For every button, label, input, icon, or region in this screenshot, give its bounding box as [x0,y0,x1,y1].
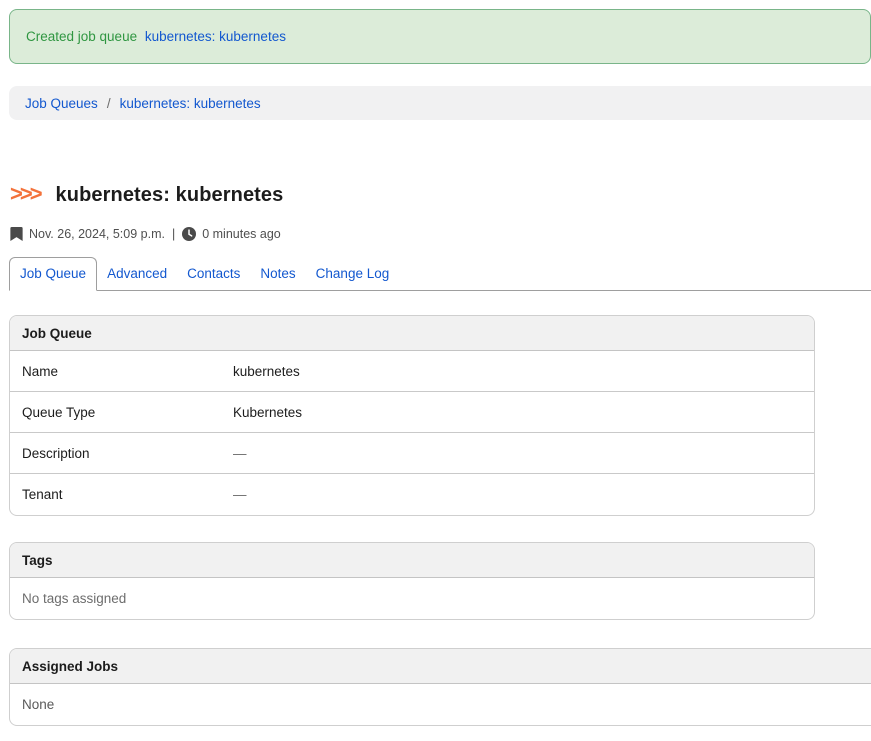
tab-advanced[interactable]: Advanced [97,258,177,290]
tab-contacts[interactable]: Contacts [177,258,250,290]
row-label: Tenant [10,476,221,513]
clock-icon [182,227,196,241]
last-updated: 0 minutes ago [202,227,281,241]
tab-job-queue[interactable]: Job Queue [9,257,97,291]
success-alert: Created job queue kubernetes: kubernetes [9,9,871,64]
meta-separator: | [172,227,175,241]
table-row-name: Namekubernetes [10,351,814,392]
tab-change-log[interactable]: Change Log [306,258,400,290]
page: Created job queue kubernetes: kubernetes… [0,0,871,741]
app-logo-chevrons-icon: >>> [10,183,40,205]
created-date: Nov. 26, 2024, 5:09 p.m. [29,227,165,241]
table-row-queue-type: Queue TypeKubernetes [10,392,814,433]
object-meta: Nov. 26, 2024, 5:09 p.m. | 0 minutes ago [10,225,871,243]
assigned-jobs-card: Assigned Jobs None [9,648,871,726]
breadcrumb: Job Queues / kubernetes: kubernetes [9,86,871,120]
table-row-description: Description— [10,433,814,474]
table-row-tenant: Tenant— [10,474,814,515]
row-value: kubernetes [221,353,312,390]
page-title: kubernetes: kubernetes [56,184,284,207]
job-queue-card-title: Job Queue [10,316,814,351]
title-row: >>> kubernetes: kubernetes [10,181,871,209]
assigned-jobs-empty-text: None [10,684,871,725]
tab-bar: Job QueueAdvancedContactsNotesChange Log [9,257,871,291]
job-queue-card: Job Queue NamekubernetesQueue TypeKubern… [9,315,815,516]
row-value: — [221,476,259,513]
tags-empty-text: No tags assigned [10,578,814,619]
breadcrumb-separator: / [107,96,111,111]
tab-notes[interactable]: Notes [250,258,305,290]
tags-card: Tags No tags assigned [9,542,815,620]
row-label: Description [10,435,221,472]
assigned-jobs-card-title: Assigned Jobs [10,649,871,684]
job-queue-table: NamekubernetesQueue TypeKubernetesDescri… [10,351,814,515]
tags-card-title: Tags [10,543,814,578]
alert-object-link[interactable]: kubernetes: kubernetes [145,29,286,44]
breadcrumb-link-job-queues[interactable]: Job Queues [25,96,98,111]
row-label: Name [10,353,221,390]
breadcrumb-link-kubernetes-kubernetes[interactable]: kubernetes: kubernetes [120,96,261,111]
row-value: Kubernetes [221,394,314,431]
row-value: — [221,435,259,472]
bookmark-icon [10,227,23,241]
row-label: Queue Type [10,394,221,431]
alert-message: Created job queue [26,29,137,44]
